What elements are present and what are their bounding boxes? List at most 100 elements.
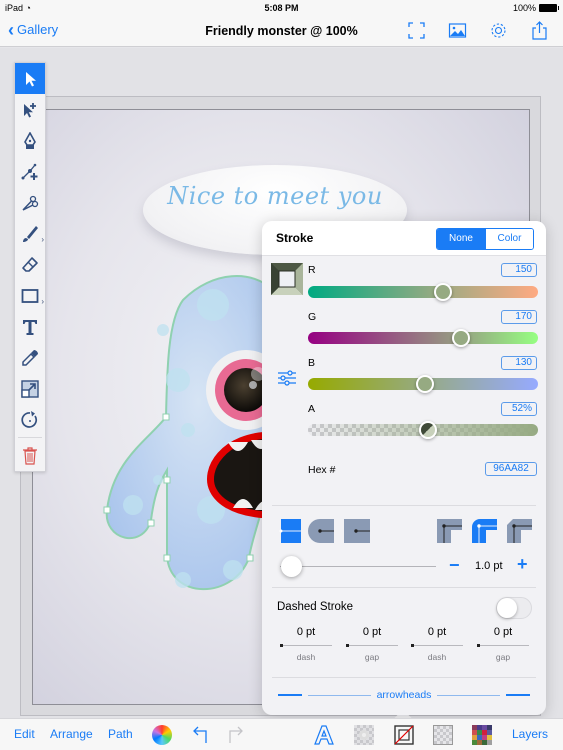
back-to-gallery-button[interactable]: ‹ Gallery [8, 19, 59, 40]
share-icon[interactable] [530, 21, 549, 40]
sliders-adjust-icon[interactable] [277, 369, 297, 387]
scale-tool[interactable] [15, 373, 45, 404]
arrange-menu-button[interactable]: Arrange [50, 727, 93, 741]
green-slider-thumb[interactable] [452, 329, 471, 347]
trash-icon [23, 446, 37, 465]
decrease-width-button[interactable]: − [449, 555, 460, 576]
layers-button[interactable]: Layers [512, 727, 548, 741]
chevron-left-icon: ‹ [8, 19, 14, 40]
stroke-mode-color[interactable]: Color [485, 229, 533, 249]
status-time: 5:08 PM [264, 3, 299, 13]
red-slider-thumb[interactable] [434, 283, 453, 301]
color-wheel-icon[interactable] [152, 725, 172, 745]
eraser-tool[interactable] [15, 249, 45, 280]
alpha-slider-thumb[interactable] [418, 421, 437, 439]
red-slider[interactable] [308, 283, 538, 301]
dash-field-2[interactable]: 0 pt dash [411, 626, 463, 662]
text-tool[interactable] [15, 311, 45, 342]
tools-divider [18, 437, 42, 438]
end-arrowhead-button[interactable] [506, 694, 530, 696]
stroke-width-thumb[interactable] [281, 556, 302, 577]
path-menu-button[interactable]: Path [108, 727, 133, 741]
text-style-icon[interactable] [313, 725, 335, 745]
stroke-icon[interactable] [394, 725, 414, 745]
rotate-tool[interactable] [15, 404, 45, 435]
fill-icon[interactable] [354, 725, 374, 745]
round-join-button[interactable] [472, 519, 497, 543]
add-node-tool[interactable] [15, 156, 45, 187]
gear-icon[interactable] [489, 21, 508, 40]
image-icon[interactable] [448, 21, 467, 40]
stroke-width-track[interactable] [280, 566, 436, 567]
nav-actions [407, 21, 549, 40]
back-label: Gallery [17, 22, 59, 37]
node-plus-icon [21, 163, 38, 180]
gap-field-2[interactable]: 0 pt gap [477, 626, 529, 662]
shape-tool[interactable]: › [15, 280, 45, 311]
gap-slider[interactable] [477, 644, 529, 647]
stroke-mode-segmented-control: None Color [436, 228, 534, 250]
blue-value-field[interactable]: 130 [501, 356, 537, 370]
navigation-bar: ‹ Gallery Friendly monster @ 100% [0, 16, 563, 47]
bevel-join-button[interactable] [507, 519, 532, 543]
dash-value[interactable]: 0 pt [411, 626, 463, 638]
submenu-indicator-icon: › [41, 235, 44, 244]
eraser-icon [22, 256, 38, 272]
arrowheads-row: arrowheads [278, 688, 530, 702]
gap-slider[interactable] [346, 644, 398, 647]
gap-field-1[interactable]: 0 pt gap [346, 626, 398, 662]
battery-percent: 100% [512, 3, 536, 13]
status-battery: 100% [512, 3, 559, 13]
brush-icon [23, 225, 38, 242]
increase-width-button[interactable]: + [517, 554, 528, 575]
dash-field-1[interactable]: 0 pt dash [280, 626, 332, 662]
arrowhead-line [308, 694, 371, 696]
start-arrowhead-button[interactable] [278, 694, 302, 696]
blue-slider-thumb[interactable] [416, 375, 435, 393]
hex-label: Hex # [308, 464, 336, 476]
pen-tool[interactable] [15, 125, 45, 156]
alpha-value-field[interactable]: 52% [501, 402, 537, 416]
node-select-tool[interactable] [15, 94, 45, 125]
edit-menu-button[interactable]: Edit [14, 727, 35, 741]
stroke-color-swatch[interactable] [271, 263, 303, 295]
rotate-icon [21, 410, 38, 428]
miter-join-button[interactable] [437, 519, 462, 543]
submenu-indicator-icon: › [41, 297, 44, 306]
alpha-slider[interactable] [308, 421, 538, 439]
gap-value[interactable]: 0 pt [477, 626, 529, 638]
arrowheads-label[interactable]: arrowheads [377, 689, 432, 701]
round-cap-button[interactable] [308, 519, 334, 543]
alpha-label: A [308, 403, 316, 415]
scissors-tool[interactable] [15, 187, 45, 218]
green-label: G [308, 311, 317, 323]
panel-divider [272, 505, 536, 506]
hex-value-field[interactable]: 96AA82 [485, 462, 537, 476]
dashed-stroke-toggle[interactable] [496, 597, 532, 619]
eyedropper-tool[interactable] [15, 342, 45, 373]
select-tool[interactable] [15, 63, 45, 94]
green-slider[interactable] [308, 329, 538, 347]
delete-tool[interactable] [15, 440, 45, 471]
dash-slider[interactable] [411, 644, 463, 647]
square-cap-button[interactable] [344, 519, 370, 543]
redo-icon[interactable] [226, 725, 246, 745]
butt-cap-button[interactable] [279, 519, 301, 543]
stroke-width-value: 1.0 pt [475, 560, 503, 572]
rectangle-icon [21, 288, 39, 303]
fullscreen-icon[interactable] [407, 21, 426, 40]
red-label: R [308, 264, 316, 276]
opacity-icon[interactable] [433, 725, 453, 745]
blue-slider[interactable] [308, 375, 538, 393]
dash-value[interactable]: 0 pt [280, 626, 332, 638]
swatches-icon[interactable] [472, 725, 492, 745]
brush-tool[interactable]: › [15, 218, 45, 249]
gap-value[interactable]: 0 pt [346, 626, 398, 638]
dash-slider[interactable] [280, 644, 332, 647]
text-icon [23, 319, 37, 335]
stroke-mode-none[interactable]: None [437, 229, 485, 249]
red-value-field[interactable]: 150 [501, 263, 537, 277]
panel-divider [272, 587, 536, 588]
undo-icon[interactable] [190, 725, 210, 745]
green-value-field[interactable]: 170 [501, 310, 537, 324]
